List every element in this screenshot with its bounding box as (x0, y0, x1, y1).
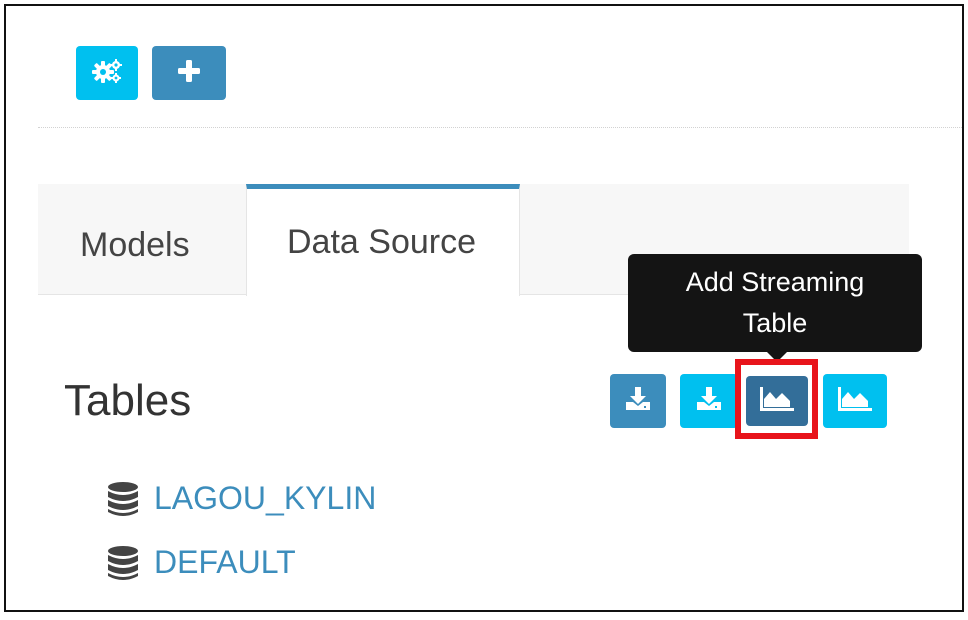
tooltip-arrow (767, 352, 787, 362)
database-name[interactable]: DEFAULT (154, 544, 296, 581)
tab-data-source-container[interactable]: Data Source (246, 184, 520, 296)
screenshot-frame: Models Data Source Tables Add Streaming … (4, 4, 964, 612)
load-table-alt-button[interactable] (680, 374, 738, 428)
area-chart-icon (760, 386, 794, 416)
plus-icon (177, 59, 201, 88)
streaming-table-button[interactable] (823, 374, 887, 428)
settings-button[interactable] (76, 46, 138, 100)
load-table-button[interactable] (610, 374, 666, 428)
database-icon (106, 481, 140, 517)
tooltip-line-2: Table (742, 308, 808, 338)
tab-panel: Models Data Source Tables Add Streaming … (38, 184, 922, 610)
download-icon (625, 386, 651, 416)
area-chart-icon (838, 386, 872, 416)
download-icon (696, 386, 722, 416)
tables-heading: Tables (64, 376, 192, 425)
database-name[interactable]: LAGOU_KYLIN (154, 480, 376, 517)
divider (38, 127, 962, 128)
database-icon (106, 545, 140, 581)
database-item-default[interactable]: DEFAULT (106, 544, 296, 581)
database-item-lagou-kylin[interactable]: LAGOU_KYLIN (106, 480, 376, 517)
add-streaming-table-button[interactable] (746, 376, 808, 426)
tab-models[interactable]: Models (80, 226, 190, 265)
cogs-icon (92, 58, 122, 89)
tooltip: Add Streaming Table (628, 254, 922, 352)
tooltip-line-1: Add Streaming (685, 267, 865, 297)
tab-data-source[interactable]: Data Source (287, 223, 476, 262)
add-button[interactable] (152, 46, 226, 100)
